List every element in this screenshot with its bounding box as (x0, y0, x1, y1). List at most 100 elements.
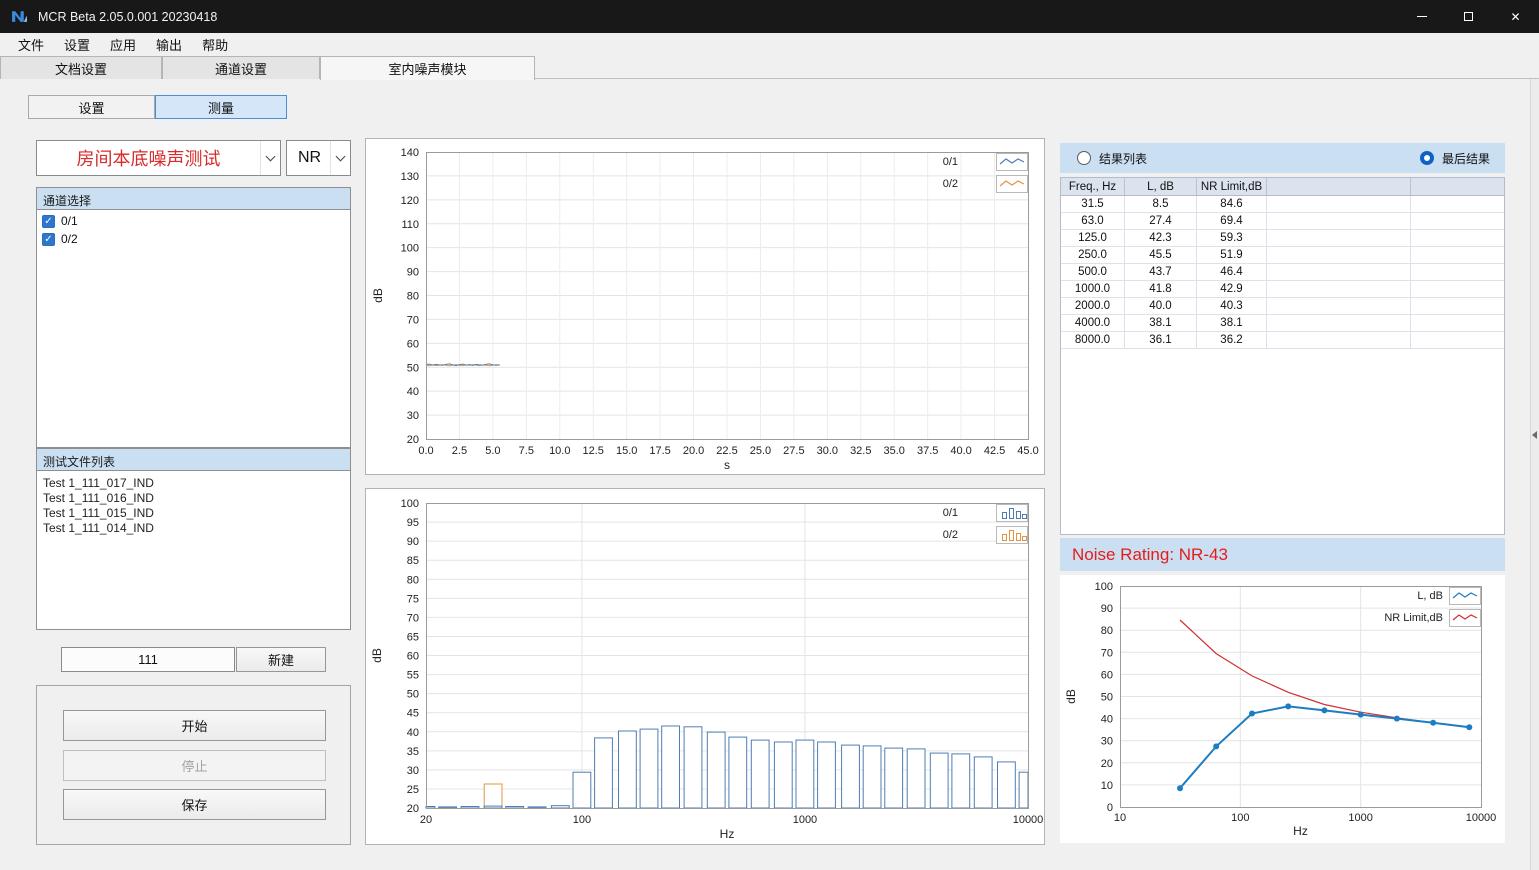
svg-text:120: 120 (401, 195, 419, 207)
svg-text:95: 95 (407, 517, 419, 529)
file-list-item[interactable]: Test 1_111_015_IND (37, 506, 350, 521)
svg-text:75: 75 (407, 593, 419, 605)
table-cell (1411, 264, 1504, 280)
table-cell (1411, 247, 1504, 263)
menu-settings[interactable]: 设置 (54, 33, 100, 56)
table-row[interactable]: 500.043.746.4 (1061, 264, 1504, 281)
channel-list[interactable]: ✓ 0/1 ✓0/2 (36, 209, 351, 448)
table-cell: 84.6 (1197, 196, 1267, 212)
svg-text:Hz: Hz (720, 827, 735, 841)
menu-output[interactable]: 输出 (146, 33, 192, 56)
collapse-panel-strip[interactable] (1530, 79, 1539, 870)
table-cell: 31.5 (1061, 196, 1125, 212)
minimize-button[interactable] (1398, 0, 1445, 33)
close-button[interactable]: ✕ (1492, 0, 1539, 33)
svg-text:100: 100 (1231, 812, 1249, 824)
table-row[interactable]: 31.58.584.6 (1061, 196, 1504, 213)
rating-type-combobox[interactable]: NR (286, 140, 351, 176)
radio-selected-icon (1420, 151, 1434, 165)
menu-file[interactable]: 文件 (8, 33, 54, 56)
svg-text:0/2: 0/2 (943, 178, 958, 190)
svg-text:10000: 10000 (1466, 812, 1497, 824)
window-title: MCR Beta 2.05.0.001 20230418 (38, 10, 217, 24)
radio-result-list[interactable]: 结果列表 (1077, 150, 1147, 167)
svg-text:20: 20 (1101, 758, 1113, 770)
svg-text:Hz: Hz (1293, 824, 1308, 838)
table-cell: 36.2 (1197, 332, 1267, 348)
file-list-item[interactable]: Test 1_111_014_IND (37, 521, 350, 536)
svg-text:40.0: 40.0 (950, 445, 971, 457)
channel-item[interactable]: ✓ 0/1 (37, 212, 350, 230)
subtab-settings[interactable]: 设置 (28, 95, 155, 119)
noise-rating-banner: Noise Rating: NR-43 (1060, 538, 1505, 571)
svg-text:40: 40 (407, 386, 419, 398)
table-header-cell (1267, 178, 1411, 195)
save-button[interactable]: 保存 (63, 789, 326, 820)
tab-document-settings[interactable]: 文档设置 (0, 56, 162, 79)
svg-text:40: 40 (407, 727, 419, 739)
checkbox-icon[interactable]: ✓ (42, 233, 55, 246)
file-list-item[interactable]: Test 1_111_017_IND (37, 476, 350, 491)
chevron-down-icon[interactable] (330, 141, 350, 175)
collapse-arrow-icon (1532, 431, 1537, 439)
table-row[interactable]: 63.027.469.4 (1061, 213, 1504, 230)
maximize-button[interactable] (1445, 0, 1492, 33)
spectrum-chart: 2025303540455055606570758085909510020100… (366, 489, 1044, 844)
svg-text:100: 100 (401, 498, 419, 510)
table-cell (1411, 213, 1504, 229)
svg-text:30: 30 (1101, 736, 1113, 748)
channel-select-header: 通道选择 (36, 187, 351, 209)
table-cell: 1000.0 (1061, 281, 1125, 297)
table-cell: 63.0 (1061, 213, 1125, 229)
table-row[interactable]: 125.042.359.3 (1061, 230, 1504, 247)
svg-text:0: 0 (1107, 802, 1113, 814)
chevron-down-icon[interactable] (260, 141, 280, 175)
radio-last-result-label: 最后结果 (1442, 150, 1490, 167)
tab-channel-settings[interactable]: 通道设置 (162, 56, 320, 79)
svg-text:0/2: 0/2 (943, 529, 958, 541)
table-cell (1267, 230, 1411, 246)
table-row[interactable]: 8000.036.136.2 (1061, 332, 1504, 349)
spectrum-chart-panel: 2025303540455055606570758085909510020100… (365, 488, 1045, 845)
svg-text:90: 90 (1101, 603, 1113, 615)
table-cell: 40.0 (1125, 298, 1197, 314)
menu-help[interactable]: 帮助 (192, 33, 238, 56)
app-logo-icon (11, 8, 28, 25)
results-table: Freq., HzL, dBNR Limit,dB 31.58.584.663.… (1060, 177, 1505, 535)
table-header-cell: Freq., Hz (1061, 178, 1125, 195)
subtab-measure[interactable]: 测量 (155, 95, 287, 119)
menu-application[interactable]: 应用 (100, 33, 146, 56)
start-button[interactable]: 开始 (63, 710, 326, 741)
noise-rating-text: Noise Rating: NR-43 (1060, 538, 1505, 571)
table-cell (1267, 196, 1411, 212)
file-list-item[interactable]: Test 1_111_016_IND (37, 491, 350, 506)
svg-text:60: 60 (407, 651, 419, 663)
radio-last-result[interactable]: 最后结果 (1420, 150, 1490, 167)
table-row[interactable]: 250.045.551.9 (1061, 247, 1504, 264)
channel-item[interactable]: ✓0/2 (37, 230, 350, 248)
test-name-combobox[interactable]: 房间本底噪声测试 (36, 140, 281, 176)
svg-text:90: 90 (407, 267, 419, 279)
table-cell: 46.4 (1197, 264, 1267, 280)
tab-room-noise-module[interactable]: 室内噪声模块 (320, 56, 535, 80)
svg-text:1000: 1000 (1348, 812, 1372, 824)
table-row[interactable]: 2000.040.040.3 (1061, 298, 1504, 315)
svg-text:0/1: 0/1 (943, 156, 958, 168)
channel-label: 0/1 (61, 214, 78, 228)
svg-text:55: 55 (407, 670, 419, 682)
file-prefix-input[interactable] (61, 647, 235, 672)
checkbox-icon[interactable]: ✓ (42, 215, 55, 228)
nr-chart-panel: 010203040506070809010010100100010000HzdB… (1060, 575, 1505, 843)
svg-text:37.5: 37.5 (917, 445, 938, 457)
table-row[interactable]: 4000.038.138.1 (1061, 315, 1504, 332)
table-row[interactable]: 1000.041.842.9 (1061, 281, 1504, 298)
table-cell: 4000.0 (1061, 315, 1125, 331)
svg-text:100: 100 (1095, 581, 1113, 593)
table-cell: 8000.0 (1061, 332, 1125, 348)
table-cell: 125.0 (1061, 230, 1125, 246)
table-cell: 45.5 (1125, 247, 1197, 263)
new-button[interactable]: 新建 (236, 647, 326, 672)
file-list[interactable]: Test 1_111_017_INDTest 1_111_016_INDTest… (36, 470, 351, 630)
stop-button[interactable]: 停止 (63, 750, 326, 781)
results-table-body[interactable]: 31.58.584.663.027.469.4125.042.359.3250.… (1061, 196, 1504, 349)
